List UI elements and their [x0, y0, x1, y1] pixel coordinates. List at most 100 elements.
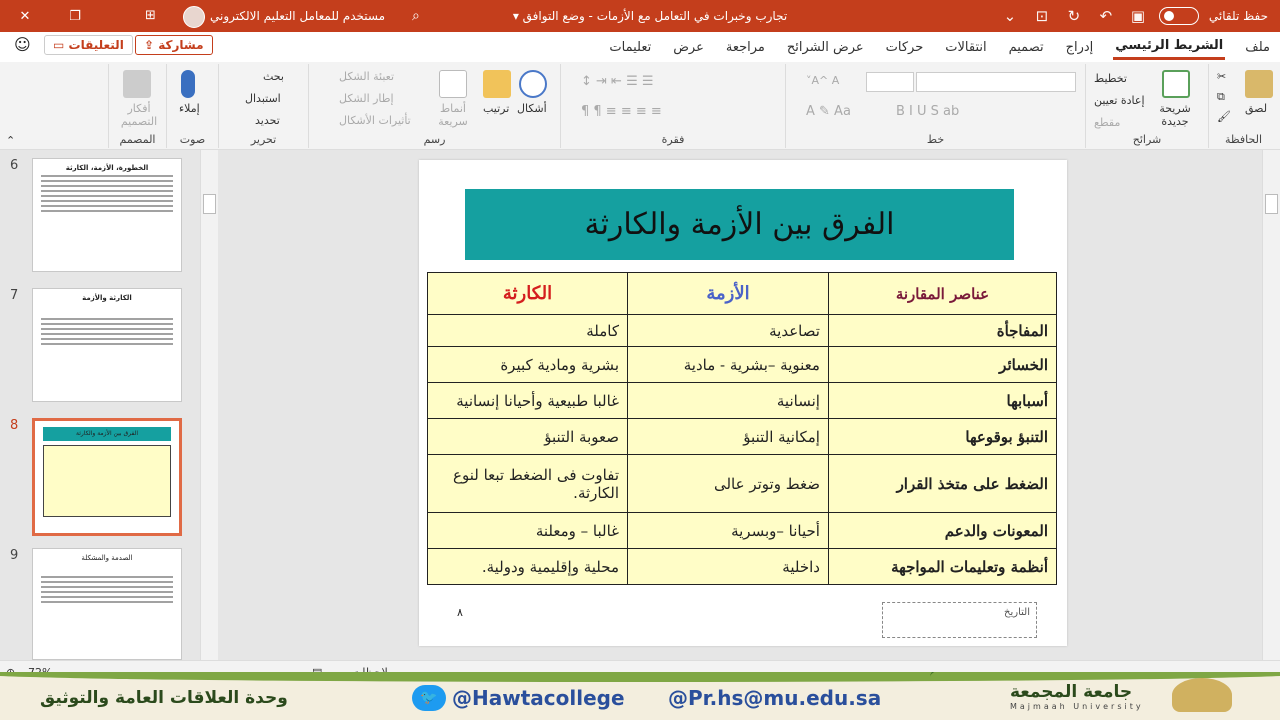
font-group-label: خط — [926, 133, 945, 146]
comments-button[interactable]: التعليقات ▭ — [44, 35, 133, 55]
quick-access-toolbar: حفظ تلقائي ▣ ↶ ↻ ⊡ ⌄ — [999, 7, 1280, 25]
tab-insert[interactable]: إدراج — [1064, 36, 1096, 59]
header-crisis: الأزمة — [627, 272, 829, 315]
thumbnail-pane: 6 الخطورة، الأزمة، الكارثة 7 الكارثة وال… — [0, 150, 218, 660]
replace-button[interactable]: استبدال — [245, 92, 281, 105]
tab-home[interactable]: الشريط الرئيسي — [1113, 34, 1226, 60]
thumb-number: 9 — [10, 548, 19, 563]
slide-thumbnail[interactable]: الكارثة والأزمة — [32, 288, 182, 402]
scrollbar-thumb[interactable] — [203, 194, 216, 214]
font-size-combo[interactable] — [866, 72, 914, 92]
university-logo — [1172, 678, 1232, 712]
date-placeholder[interactable]: التاريخ — [882, 602, 1037, 638]
table-row: الخسائر معنوية –بشرية - مادية بشرية وماد… — [427, 346, 1058, 383]
tab-view[interactable]: عرض — [671, 36, 706, 59]
thumbnail-scrollbar[interactable] — [200, 150, 218, 660]
design-ideas-icon[interactable] — [123, 70, 151, 98]
align-icons[interactable]: ≡ ≡ ≡ ≡ ¶ ¶ — [581, 104, 662, 119]
shape-effects-button[interactable]: تأثيرات الأشكال — [339, 114, 411, 127]
font-name-combo[interactable] — [916, 72, 1076, 92]
tab-design[interactable]: تصميم — [1007, 36, 1046, 59]
thumb-text-line — [41, 195, 173, 197]
ribbon: لصق ✂ ⧉ 🖌 الحافظة شريحة جديدة تخطيط إعاد… — [0, 62, 1280, 150]
redo-icon[interactable]: ↻ — [1063, 7, 1085, 25]
customize-icon[interactable]: ⌄ — [999, 7, 1021, 25]
tab-animations[interactable]: حركات — [884, 36, 926, 59]
tab-file[interactable]: ملف — [1243, 36, 1272, 59]
slide-title[interactable]: الفرق بين الأزمة والكارثة — [465, 189, 1014, 260]
slide-thumbnail[interactable]: الصدمة والمشكلة — [32, 548, 182, 660]
cell-crisis: إنسانية — [627, 382, 829, 419]
paste-icon[interactable] — [1245, 70, 1273, 98]
undo-icon[interactable]: ↶ — [1095, 7, 1117, 25]
share-button[interactable]: مشاركة ⇪ — [135, 35, 213, 55]
tab-transitions[interactable]: انتقالات — [943, 36, 988, 59]
paragraph-group-label: فقرة — [661, 133, 685, 146]
arrange-button[interactable]: ترتيب — [483, 102, 509, 115]
shape-fill-button[interactable]: تعبئة الشكل — [339, 70, 394, 83]
dictate-button[interactable]: إملاء — [179, 102, 200, 115]
paste-button[interactable]: لصق — [1245, 102, 1267, 115]
section-button[interactable]: مقطع — [1094, 116, 1120, 129]
avatar[interactable] — [183, 6, 205, 28]
thumb-title: الكارثة والأزمة — [82, 294, 132, 302]
thumb-text-line — [41, 333, 173, 335]
feedback-icon[interactable]: ☺ — [14, 35, 31, 54]
quick-styles-button[interactable]: أنماط سريعة — [435, 102, 471, 128]
comparison-table[interactable]: عناصر المقارنة الأزمة الكارثة المفاجأة ت… — [427, 272, 1058, 585]
voice-group: إملاء صوت — [166, 64, 218, 148]
thumb-text-line — [41, 343, 173, 345]
table-row: أنظمة وتعليمات المواجهة داخلية محلية وإق… — [427, 548, 1058, 585]
microphone-icon[interactable] — [181, 70, 195, 98]
close-icon[interactable]: ✕ — [0, 0, 50, 32]
quick-styles-icon[interactable] — [439, 70, 467, 98]
slide-scrollbar[interactable] — [1262, 150, 1280, 660]
tab-slideshow[interactable]: عرض الشرائح — [785, 36, 866, 59]
present-icon[interactable]: ⊡ — [1031, 7, 1053, 25]
table-row: المعونات والدعم أحيانا –وبسرية غالبا – و… — [427, 512, 1058, 549]
slide-canvas[interactable]: الفرق بين الأزمة والكارثة عناصر المقارنة… — [419, 160, 1067, 646]
new-slide-icon[interactable] — [1162, 70, 1190, 98]
editing-group-label: تحرير — [250, 133, 277, 146]
search-icon[interactable]: ⌕ — [412, 8, 420, 24]
ribbon-display-icon[interactable]: ⊞ — [145, 8, 156, 23]
new-slide-button[interactable]: شريحة جديدة — [1146, 102, 1204, 128]
comments-label: التعليقات — [68, 38, 124, 52]
restore-icon[interactable]: ❐ — [50, 0, 100, 32]
autosave-toggle[interactable] — [1158, 7, 1199, 25]
voice-group-label: صوت — [179, 133, 206, 146]
reset-button[interactable]: إعادة تعيين — [1094, 94, 1145, 107]
list-icons[interactable]: ☰ ☰ ⇤ ⇥ ↕ — [581, 74, 654, 89]
cell-crisis: معنوية –بشرية - مادية — [627, 346, 829, 383]
collapse-ribbon-icon[interactable]: ⌃ — [6, 134, 15, 147]
shape-outline-button[interactable]: إطار الشكل — [339, 92, 394, 105]
row-label: الخسائر — [827, 346, 1058, 383]
department-name: وحدة العلاقات العامة والتوثيق — [40, 688, 288, 708]
slide-thumbnail-selected[interactable]: الفرق بين الأزمة والكارثة — [32, 418, 182, 536]
thumb-text-line — [41, 318, 173, 320]
font-color-icon[interactable]: A ✎ Aa — [806, 104, 851, 119]
save-icon[interactable]: ▣ — [1127, 7, 1149, 25]
slide-thumbnail[interactable]: الخطورة، الأزمة، الكارثة — [32, 158, 182, 272]
shapes-button[interactable]: أشكال — [517, 102, 547, 115]
user-name: مستخدم للمعامل التعليم الالكتروني — [210, 9, 386, 23]
cell-crisis: ضغط وتوتر عالى — [627, 454, 829, 513]
row-label: أسبابها — [827, 382, 1058, 419]
font-grow-icon[interactable]: A^ A˅ — [806, 74, 839, 87]
tab-review[interactable]: مراجعة — [724, 36, 767, 59]
layout-button[interactable]: تخطيط — [1094, 72, 1127, 85]
scrollbar-thumb[interactable] — [1265, 194, 1278, 214]
find-button[interactable]: بحث — [263, 70, 284, 83]
arrange-icon[interactable] — [483, 70, 511, 98]
format-painter-icon[interactable]: 🖌 — [1217, 110, 1231, 123]
font-group: A^ A˅ B I U S ab A ✎ Aa خط — [785, 64, 1085, 148]
select-button[interactable]: تحديد — [255, 114, 280, 127]
clipboard-group-label: الحافظة — [1224, 133, 1263, 146]
copy-icon[interactable]: ⧉ — [1217, 90, 1225, 104]
document-title: تجارب وخبرات في التعامل مع الأزمات - وضع… — [512, 9, 788, 23]
shapes-icon[interactable] — [519, 70, 547, 98]
tab-help[interactable]: تعليمات — [607, 36, 653, 59]
cut-icon[interactable]: ✂ — [1217, 70, 1226, 83]
design-ideas-button[interactable]: أفكار التصميم — [117, 102, 161, 128]
bold-italic-icons[interactable]: B I U S ab — [896, 104, 959, 119]
